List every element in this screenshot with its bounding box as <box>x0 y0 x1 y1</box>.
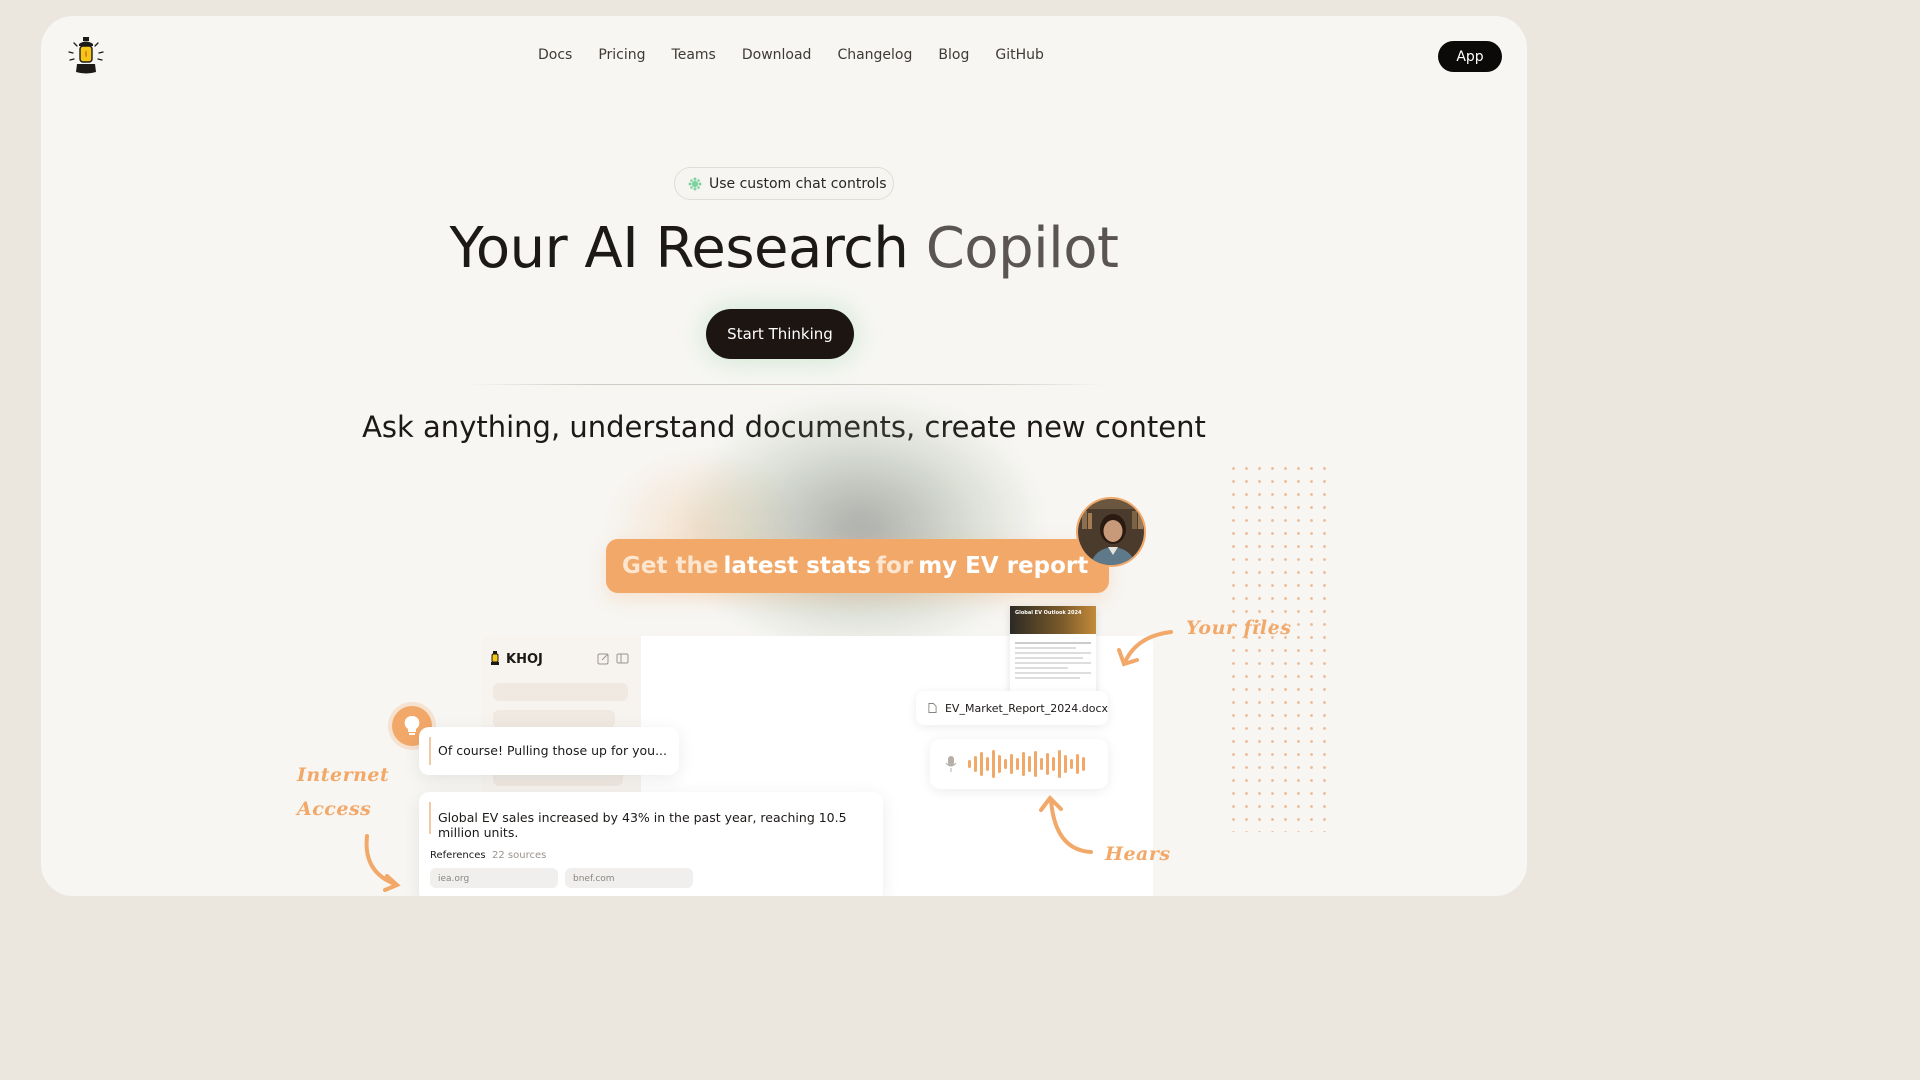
nav-pricing[interactable]: Pricing <box>598 47 645 63</box>
ref-label: iea.org <box>438 874 470 884</box>
lantern-icon[interactable] <box>65 34 107 80</box>
hero-title-dark: Your AI Research <box>449 216 909 281</box>
query-text-bold: latest stats <box>723 553 872 579</box>
file-attachment[interactable]: EV_Market_Report_2024.docx <box>916 691 1108 725</box>
waveform-icon <box>968 750 1085 778</box>
app-button[interactable]: App <box>1438 41 1502 72</box>
ref-label: bnef.com <box>573 874 615 884</box>
main-nav: Docs Pricing Teams Download Changelog Bl… <box>538 47 1044 63</box>
arrow-icon <box>1117 630 1173 667</box>
hero-title-muted: Copilot <box>925 216 1119 281</box>
divider <box>466 384 1106 385</box>
query-text-part: Get the <box>622 553 719 579</box>
voice-input[interactable] <box>930 739 1108 789</box>
doc-thumb-title: Global EV Outlook 2024 <box>1015 610 1082 616</box>
avatar <box>1076 497 1146 567</box>
nav-github[interactable]: GitHub <box>995 47 1044 63</box>
hero-title: Your AI Research Copilot <box>41 216 1527 281</box>
file-icon <box>928 703 937 713</box>
page-card: Docs Pricing Teams Download Changelog Bl… <box>41 16 1527 896</box>
reference-chip[interactable]: bnef.com <box>565 868 693 888</box>
background-glow <box>681 396 1041 656</box>
reply-short: Of course! Pulling those up for you... <box>438 743 667 758</box>
nav-docs[interactable]: Docs <box>538 47 572 63</box>
sources-count: 22 sources <box>492 850 547 861</box>
dot-pattern <box>1227 462 1327 832</box>
sidebar-tools <box>597 652 629 665</box>
chat-message: Global EV sales increased by 43% in the … <box>419 792 883 896</box>
annotation-internet: Internet <box>297 764 390 786</box>
annotation-files: Your files <box>1186 617 1292 639</box>
sparkle-icon <box>688 177 702 190</box>
sidebar-skeleton-item <box>493 710 615 728</box>
references-label: References <box>430 850 486 861</box>
nav-download[interactable]: Download <box>742 47 812 63</box>
query-bar[interactable]: Get the latest stats for my EV report <box>606 539 1109 593</box>
sidebar-icon[interactable] <box>616 652 629 665</box>
nav-changelog[interactable]: Changelog <box>837 47 912 63</box>
khoj-brand: KHOJ <box>488 651 543 667</box>
lantern-icon <box>491 651 499 665</box>
start-thinking-button[interactable]: Start Thinking <box>706 309 854 359</box>
reference-chip[interactable]: iea.org <box>430 868 558 888</box>
edit-icon[interactable] <box>597 652 610 665</box>
feature-pill[interactable]: Use custom chat controls <box>674 167 894 200</box>
brand-label: KHOJ <box>506 651 543 667</box>
annotation-hears: Hears <box>1105 843 1171 865</box>
chat-message: Of course! Pulling those up for you... <box>419 727 679 775</box>
document-thumbnail: Global EV Outlook 2024 <box>1010 606 1096 698</box>
sidebar-skeleton-item <box>493 683 628 701</box>
nav-teams[interactable]: Teams <box>672 47 716 63</box>
arrow-icon <box>1039 794 1093 854</box>
pill-label: Use custom chat controls <box>709 175 887 192</box>
query-text-part: for <box>876 553 914 579</box>
annotation-access: Access <box>297 798 372 820</box>
nav-blog[interactable]: Blog <box>938 47 969 63</box>
file-name: EV_Market_Report_2024.docx <box>944 701 1108 715</box>
query-text-bold: my EV report <box>918 553 1089 579</box>
mic-icon <box>945 756 957 772</box>
arrow-icon <box>364 834 401 892</box>
reply-long: Global EV sales increased by 43% in the … <box>438 810 847 840</box>
